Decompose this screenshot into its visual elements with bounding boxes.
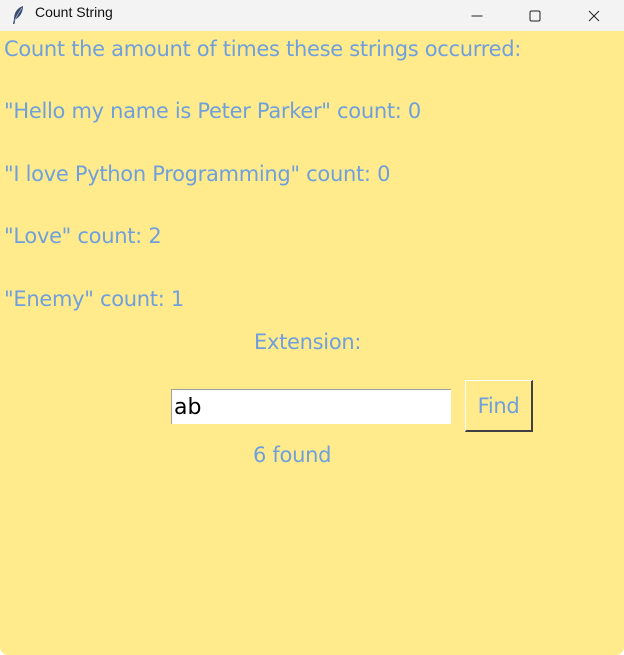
maximize-button[interactable] — [506, 0, 564, 31]
window-title: Count String — [35, 4, 113, 20]
app-window: Count String Count the amount of times t… — [0, 0, 624, 655]
count-label-love: "Love" count: 2 — [4, 224, 162, 248]
extension-input[interactable] — [171, 389, 451, 424]
find-button[interactable]: Find — [465, 380, 533, 432]
feather-icon — [11, 5, 25, 25]
count-label-python: "I love Python Programming" count: 0 — [4, 162, 391, 186]
close-icon — [588, 10, 600, 22]
result-label: 6 found — [253, 443, 332, 467]
minimize-icon — [471, 10, 483, 22]
count-label-hello: "Hello my name is Peter Parker" count: 0 — [4, 99, 421, 123]
title-bar[interactable]: Count String — [0, 0, 624, 31]
count-label-enemy: "Enemy" count: 1 — [4, 287, 184, 311]
instruction-heading: Count the amount of times these strings … — [4, 37, 522, 61]
minimize-button[interactable] — [448, 0, 506, 31]
maximize-icon — [529, 10, 541, 22]
close-button[interactable] — [565, 0, 623, 31]
extension-label: Extension: — [254, 330, 362, 354]
